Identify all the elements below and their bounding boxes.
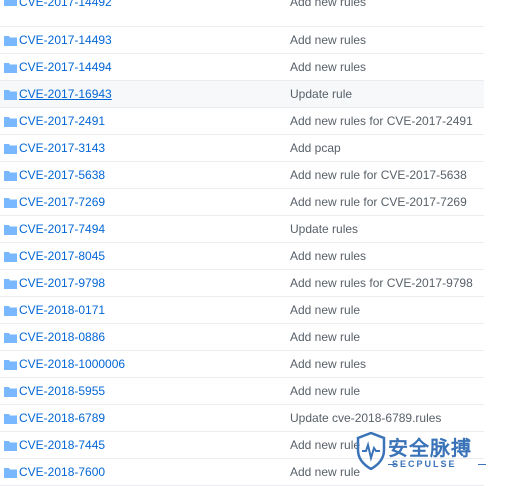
file-name-link[interactable]: CVE-2017-16943 — [19, 87, 112, 101]
file-row[interactable]: CVE-2017-3143 Add pcap — [0, 135, 484, 162]
file-name-link[interactable]: CVE-2018-7445 — [19, 438, 105, 452]
file-row[interactable]: CVE-2018-6789 Update cve-2018-6789.rules — [0, 405, 484, 432]
commit-message-link[interactable]: Add new rule for CVE-2017-7269 — [290, 195, 467, 209]
folder-icon — [4, 413, 17, 424]
commit-message-link[interactable]: Add new rules — [290, 249, 366, 263]
commit-message-link[interactable]: Update rule — [290, 87, 352, 101]
commit-message-link[interactable]: Add new rule — [290, 438, 360, 452]
file-name-link[interactable]: CVE-2018-0171 — [19, 303, 105, 317]
commit-message-link[interactable]: Add new rules for CVE-2017-9798 — [290, 276, 473, 290]
folder-icon — [4, 143, 17, 154]
file-name-link[interactable]: CVE-2018-0886 — [19, 330, 105, 344]
folder-icon — [4, 386, 17, 397]
commit-message-link[interactable]: Add new rules for CVE-2017-2491 — [290, 114, 473, 128]
file-row[interactable]: CVE-2018-5955 Add new rule — [0, 378, 484, 405]
folder-icon — [4, 251, 17, 262]
folder-icon — [4, 89, 17, 100]
folder-icon — [4, 116, 17, 127]
watermark-title: 安全脉搏 — [388, 436, 472, 460]
commit-message-link[interactable]: Update rules — [290, 222, 358, 236]
file-name-link[interactable]: CVE-2018-1000006 — [19, 357, 125, 371]
commit-message-link[interactable]: Add new rule for CVE-2017-5638 — [290, 168, 467, 182]
commit-message-link[interactable]: Add new rule — [290, 384, 360, 398]
file-row[interactable]: CVE-2017-14494 Add new rules — [0, 54, 484, 81]
commit-message-link[interactable]: Add new rules — [290, 357, 366, 371]
file-row[interactable]: CVE-2017-7494 Update rules — [0, 216, 484, 243]
folder-icon — [4, 35, 17, 46]
file-row[interactable]: CVE-2017-5638 Add new rule for CVE-2017-… — [0, 162, 484, 189]
file-name-link[interactable]: CVE-2018-5955 — [19, 384, 105, 398]
file-row[interactable]: CVE-2018-0171 Add new rule — [0, 297, 484, 324]
file-row-hovered[interactable]: CVE-2017-16943 Update rule — [0, 81, 484, 108]
file-name-link[interactable]: CVE-2017-5638 — [19, 168, 105, 182]
commit-message-link[interactable]: Add new rules — [290, 0, 366, 9]
file-name-link[interactable]: CVE-2017-2491 — [19, 114, 105, 128]
commit-message-link[interactable]: Add pcap — [290, 141, 341, 155]
folder-icon — [4, 62, 17, 73]
folder-icon — [4, 359, 17, 370]
folder-icon — [4, 278, 17, 289]
watermark-divider — [478, 464, 486, 465]
file-name-link[interactable]: CVE-2017-9798 — [19, 276, 105, 290]
file-name-link[interactable]: CVE-2018-6789 — [19, 411, 105, 425]
file-row[interactable]: CVE-2018-1000006 Add new rules — [0, 351, 484, 378]
file-name-link[interactable]: CVE-2017-14494 — [19, 60, 112, 74]
shield-icon — [356, 431, 386, 473]
folder-icon — [4, 197, 17, 208]
file-row[interactable]: CVE-2017-14492 Add new rules — [0, 0, 484, 27]
file-name-link[interactable]: CVE-2017-8045 — [19, 249, 105, 263]
folder-icon — [4, 467, 17, 478]
file-row[interactable]: CVE-2017-8045 Add new rules — [0, 243, 484, 270]
file-row[interactable]: CVE-2017-9798 Add new rules for CVE-2017… — [0, 270, 484, 297]
file-list: CVE-2017-14492 Add new rules CVE-2017-14… — [0, 0, 484, 486]
file-row[interactable]: CVE-2017-2491 Add new rules for CVE-2017… — [0, 108, 484, 135]
watermark-subtitle: SECPULSE — [392, 459, 457, 469]
folder-icon — [4, 0, 17, 6]
file-row[interactable]: CVE-2017-7269 Add new rule for CVE-2017-… — [0, 189, 484, 216]
folder-icon — [4, 224, 17, 235]
commit-message-link[interactable]: Update cve-2018-6789.rules — [290, 411, 441, 425]
folder-icon — [4, 440, 17, 451]
folder-icon — [4, 332, 17, 343]
file-row[interactable]: CVE-2017-14493 Add new rules — [0, 27, 484, 54]
commit-message-link[interactable]: Add new rules — [290, 60, 366, 74]
commit-message-link[interactable]: Add new rule — [290, 303, 360, 317]
folder-icon — [4, 170, 17, 181]
file-name-link[interactable]: CVE-2017-7494 — [19, 222, 105, 236]
secpulse-watermark: 安全脉搏 SECPULSE — [356, 431, 492, 476]
commit-message-link[interactable]: Add new rules — [290, 33, 366, 47]
commit-message-link[interactable]: Add new rule — [290, 465, 360, 479]
folder-icon — [4, 305, 17, 316]
file-row[interactable]: CVE-2018-0886 Add new rule — [0, 324, 484, 351]
commit-message-link[interactable]: Add new rule — [290, 330, 360, 344]
file-name-link[interactable]: CVE-2017-3143 — [19, 141, 105, 155]
file-name-link[interactable]: CVE-2017-7269 — [19, 195, 105, 209]
file-name-link[interactable]: CVE-2018-7600 — [19, 465, 105, 479]
file-name-link[interactable]: CVE-2017-14493 — [19, 33, 112, 47]
file-name-link[interactable]: CVE-2017-14492 — [19, 0, 112, 9]
